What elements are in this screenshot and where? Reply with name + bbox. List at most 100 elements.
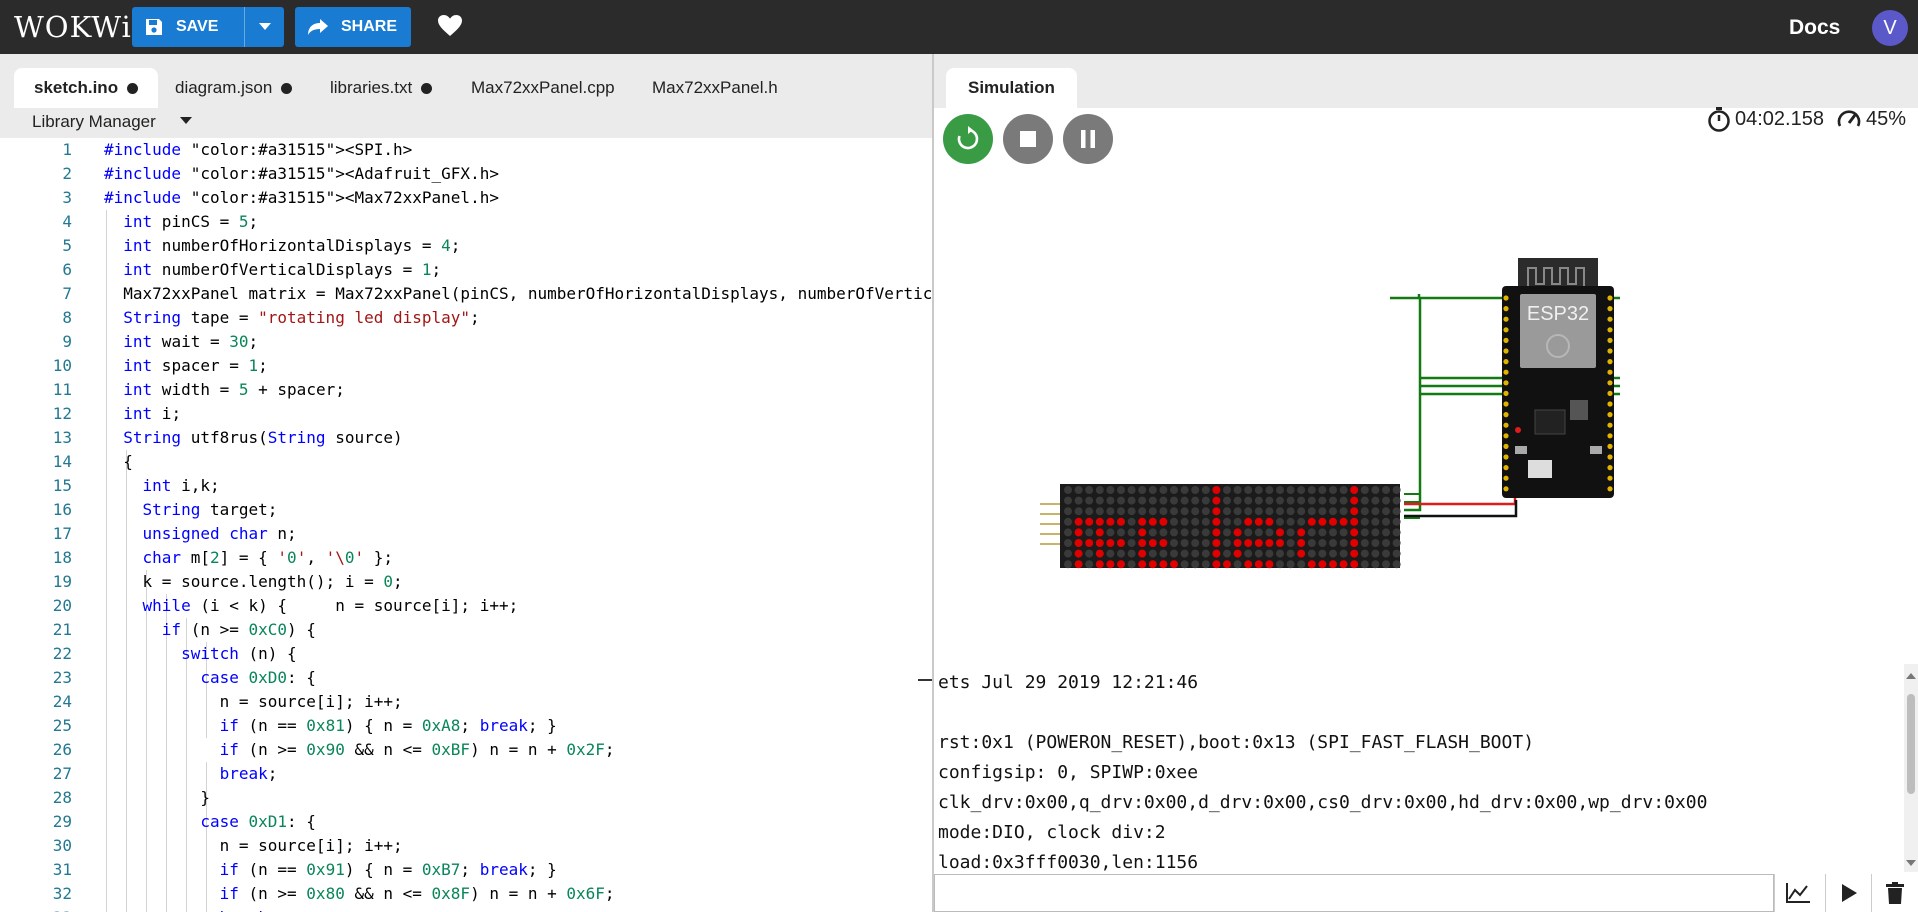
led-dot (1339, 560, 1348, 569)
code-line[interactable]: 9 int wait = 30; (0, 330, 932, 354)
share-button[interactable]: SHARE (295, 7, 411, 47)
tab-sketch-ino[interactable]: sketch.ino (14, 68, 159, 108)
scroll-down-arrow-icon[interactable] (1904, 857, 1918, 869)
code-line[interactable]: 21 if (n >= 0xC0) { (0, 618, 932, 642)
led-dot (1212, 549, 1221, 558)
led-dot (1148, 517, 1157, 526)
code-line[interactable]: 12 int i; (0, 402, 932, 426)
code-line[interactable]: 15 int i,k; (0, 474, 932, 498)
code-line[interactable]: 14 { (0, 450, 932, 474)
led-dot (1233, 517, 1242, 526)
code-line[interactable]: 23 case 0xD0: { (0, 666, 932, 690)
led-dot (1286, 486, 1295, 494)
led-dot (1350, 539, 1359, 547)
library-manager-button[interactable]: Library Manager (32, 112, 156, 132)
serial-monitor-output[interactable]: ets Jul 29 2019 12:21:46 rst:0x1 (POWERON… (934, 664, 1904, 872)
led-dot (1244, 528, 1253, 537)
header-pin (1503, 348, 1509, 354)
save-options-dropdown[interactable] (244, 7, 284, 47)
led-dot (1170, 507, 1178, 516)
avatar[interactable]: V (1872, 10, 1908, 46)
code-line[interactable]: 2 #include "color:#a31515"><Adafruit_GFX.… (0, 162, 932, 186)
led-dot (1212, 507, 1221, 516)
heart-icon[interactable] (437, 14, 463, 38)
code-line[interactable]: 29 case 0xD1: { (0, 810, 932, 834)
pause-button[interactable] (1063, 114, 1113, 164)
chevron-down-icon[interactable] (180, 117, 192, 124)
run-button[interactable] (1825, 874, 1871, 912)
code-line[interactable]: 25 if (n == 0x81) { n = 0xA8; break; } (0, 714, 932, 738)
circuit-diagram[interactable]: ESP32 (1030, 250, 1630, 580)
code-line[interactable]: 20 while (i < k) { n = source[i]; i++; (0, 594, 932, 618)
led-dot (1265, 507, 1274, 516)
plotter-button[interactable] (1774, 874, 1820, 912)
tab-max72xxpanel-cpp[interactable]: Max72xxPanel.cpp (471, 68, 615, 108)
led-dot (1148, 560, 1157, 569)
code-text: int i; (123, 404, 182, 423)
tab-simulation[interactable]: Simulation (946, 68, 1077, 108)
restart-button[interactable] (943, 114, 993, 164)
code-line[interactable]: 18 char m[2] = { '0', '\0' }; (0, 546, 932, 570)
code-line[interactable]: 28 } (0, 786, 932, 810)
regulator-chip (1570, 400, 1588, 420)
led-dot (1159, 549, 1168, 558)
led-dot (1392, 496, 1401, 505)
code-line[interactable]: 33 break; (0, 906, 932, 912)
led-dot (1350, 486, 1359, 494)
led-dot (1138, 486, 1147, 494)
led-dot (1339, 549, 1348, 558)
code-line[interactable]: 17 unsigned char n; (0, 522, 932, 546)
scroll-thumb[interactable] (1907, 694, 1915, 794)
boot-button[interactable] (1515, 446, 1527, 454)
save-button[interactable]: SAVE (132, 7, 244, 47)
code-line[interactable]: 19 k = source.length(); i = 0; (0, 570, 932, 594)
code-line[interactable]: 7 Max72xxPanel matrix = Max72xxPanel(pin… (0, 282, 932, 306)
code-line[interactable]: 4 int pinCS = 5; (0, 210, 932, 234)
code-line[interactable]: 11 int width = 5 + spacer; (0, 378, 932, 402)
led-dot (1360, 549, 1369, 558)
serial-scrollbar[interactable] (1904, 664, 1918, 872)
led-dot (1074, 549, 1083, 558)
code-line[interactable]: 1 #include "color:#a31515"><SPI.h> (0, 138, 932, 162)
code-line[interactable]: 27 break; (0, 762, 932, 786)
serial-input-field[interactable] (934, 874, 1774, 912)
code-editor[interactable]: 1 #include "color:#a31515"><SPI.h> 2 #inclu… (0, 138, 932, 912)
code-line[interactable]: 8 String tape = "rotating led display"; (0, 306, 932, 330)
led-dot (1127, 560, 1136, 569)
code-line[interactable]: 6 int numberOfVerticalDisplays = 1; (0, 258, 932, 282)
header-pin (1607, 475, 1613, 481)
clear-output-button[interactable] (1871, 874, 1918, 912)
tab-diagram-json[interactable]: diagram.json (175, 68, 293, 108)
en-button[interactable] (1590, 446, 1602, 454)
tab-max72xxpanel-h[interactable]: Max72xxPanel.h (652, 68, 778, 108)
led-dot (1318, 549, 1327, 558)
code-line[interactable]: 16 String target; (0, 498, 932, 522)
code-line[interactable]: 10 int spacer = 1; (0, 354, 932, 378)
code-text: if (n == 0x91) { n = 0xB7; break; } (219, 860, 557, 879)
code-line[interactable]: 24 n = source[i]; i++; (0, 690, 932, 714)
docs-link[interactable]: Docs (1789, 16, 1840, 40)
code-text: while (i < k) { n = source[i]; i++; (142, 596, 519, 615)
pane-resize-handle[interactable] (918, 679, 932, 681)
led-dot (1148, 507, 1157, 516)
line-number: 3 (62, 188, 72, 207)
code-line[interactable]: 30 n = source[i]; i++; (0, 834, 932, 858)
wokwi-logo[interactable]: WOKWi (14, 10, 132, 44)
stop-button[interactable] (1003, 114, 1053, 164)
led-dot (1254, 517, 1263, 526)
code-line[interactable]: 32 if (n >= 0x80 && n <= 0x8F) n = n + 0… (0, 882, 932, 906)
line-number: 19 (52, 572, 72, 591)
code-line[interactable]: 26 if (n >= 0x90 && n <= 0xBF) n = n + 0… (0, 738, 932, 762)
esp32-board[interactable]: ESP32 (1502, 258, 1614, 498)
code-line[interactable]: 22 switch (n) { (0, 642, 932, 666)
led-dot (1307, 539, 1316, 547)
scroll-up-arrow-icon[interactable] (1904, 670, 1918, 682)
code-line[interactable]: 3 #include "color:#a31515"><Max72xxPanel.… (0, 186, 932, 210)
code-line[interactable]: 5 int numberOfHorizontalDisplays = 4; (0, 234, 932, 258)
code-line[interactable]: 13 String utf8rus(String source) (0, 426, 932, 450)
header-pin (1503, 306, 1509, 312)
tab-libraries-txt[interactable]: libraries.txt (330, 68, 433, 108)
stopwatch-icon (1708, 107, 1730, 132)
led-dot (1297, 560, 1306, 569)
code-line[interactable]: 31 if (n == 0x91) { n = 0xB7; break; } (0, 858, 932, 882)
